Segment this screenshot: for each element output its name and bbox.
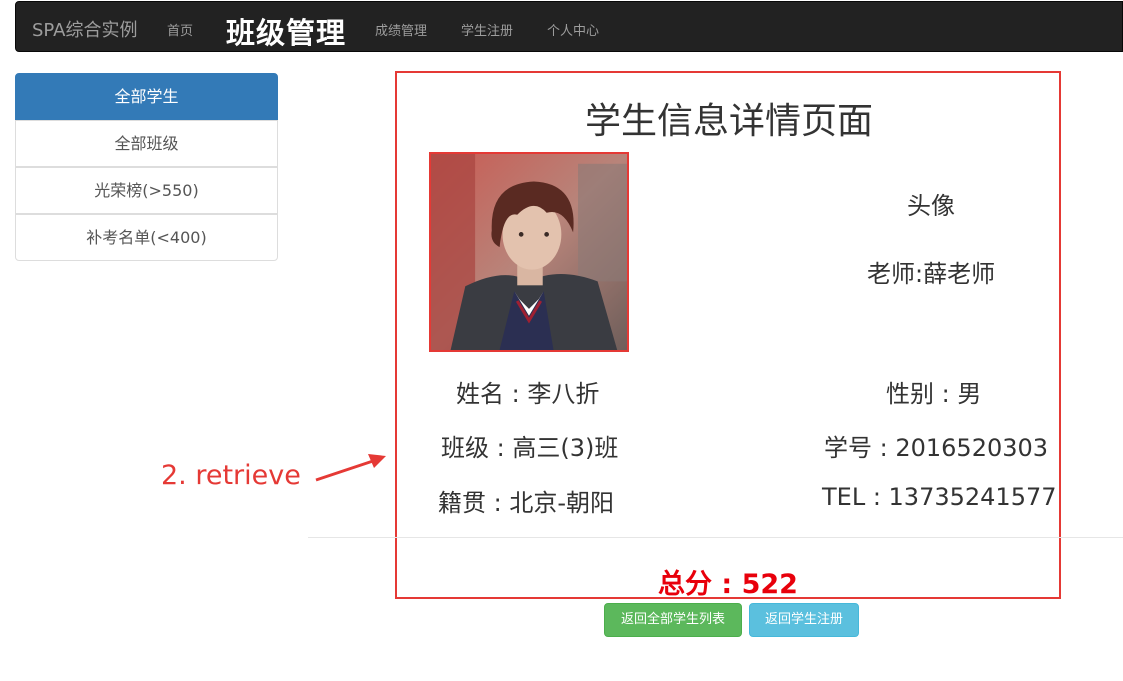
avatar-photo <box>431 154 627 350</box>
sidebar-item-all-students[interactable]: 全部学生 <box>15 73 278 120</box>
sidebar-item-makeup-list[interactable]: 补考名单(<400) <box>15 214 278 261</box>
back-to-register-button[interactable]: 返回学生注册 <box>749 603 859 637</box>
nav-class-management[interactable]: 班级管理 <box>226 10 346 52</box>
annotation-arrow-icon <box>315 454 386 482</box>
student-name: 姓名 : 李八折 <box>456 380 600 408</box>
student-hometown: 籍贯 : 北京-朝阳 <box>438 489 615 517</box>
page-title: 学生信息详情页面 <box>584 101 873 142</box>
annotation-label: 2. retrieve <box>161 460 301 491</box>
divider <box>308 537 1123 538</box>
nav-student-register[interactable]: 学生注册 <box>461 20 513 39</box>
student-tel: TEL : 13735241577 <box>822 483 1057 511</box>
top-navbar: SPA综合实例 首页 班级管理 成绩管理 学生注册 个人中心 <box>15 1 1123 52</box>
nav-personal-center[interactable]: 个人中心 <box>547 20 599 39</box>
sidebar-item-honor-roll[interactable]: 光荣榜(>550) <box>15 167 278 214</box>
teacher-label: 老师:薛老师 <box>867 260 996 288</box>
student-class: 班级 : 高三(3)班 <box>441 434 619 462</box>
brand-link[interactable]: SPA综合实例 <box>32 16 137 42</box>
avatar-label: 头像 <box>907 192 955 220</box>
student-gender: 性别 : 男 <box>886 380 982 408</box>
nav-home[interactable]: 首页 <box>167 20 193 39</box>
student-number: 学号 : 2016520303 <box>824 434 1049 462</box>
total-score: 总分 : 522 <box>658 569 798 600</box>
back-to-student-list-button[interactable]: 返回全部学生列表 <box>604 603 742 637</box>
student-avatar <box>429 152 629 352</box>
nav-scores[interactable]: 成绩管理 <box>375 20 427 39</box>
sidebar-item-all-classes[interactable]: 全部班级 <box>15 120 278 167</box>
